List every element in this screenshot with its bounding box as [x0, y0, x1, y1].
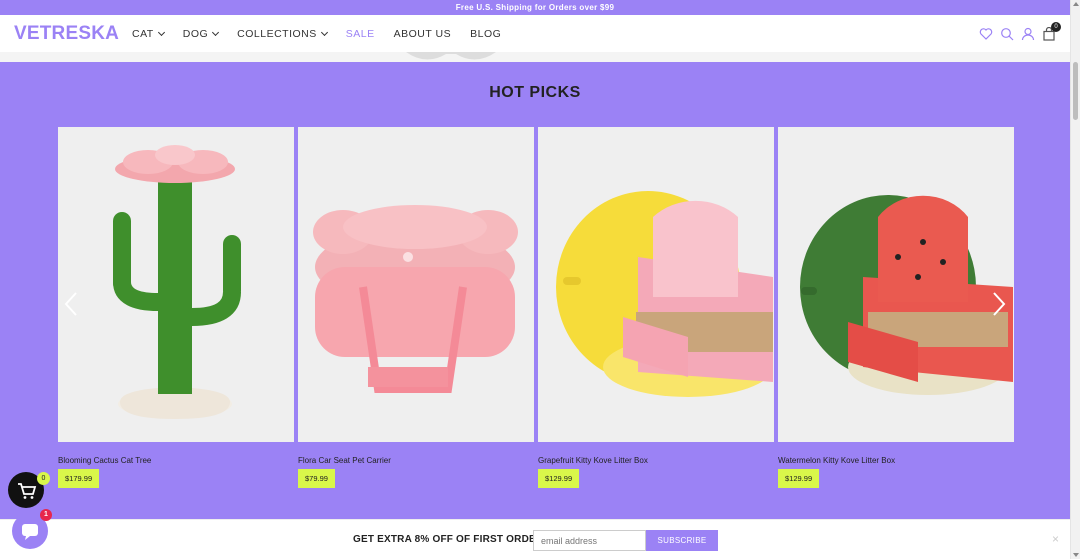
- hero-bottom-strip: [0, 52, 1070, 62]
- carousel-prev-button[interactable]: [64, 291, 78, 317]
- product-card[interactable]: Grapefruit Kitty Kove Litter Box $129.99: [538, 127, 774, 488]
- chevron-down-icon: [212, 28, 220, 36]
- announcement-bar: Free U.S. Shipping for Orders over $99: [0, 0, 1070, 15]
- scrollbar[interactable]: [1070, 0, 1080, 559]
- nav-blog[interactable]: BLOG: [470, 28, 501, 40]
- product-card[interactable]: Watermelon Kitty Kove Litter Box $129.99: [778, 127, 1014, 488]
- scroll-thumb[interactable]: [1073, 62, 1078, 120]
- subscribe-bar: GET EXTRA 8% OFF OF FIRST ORDER SUBSCRIB…: [0, 519, 1070, 559]
- subscribe-button[interactable]: SUBSCRIBE: [646, 530, 718, 551]
- nav-dog[interactable]: DOG: [182, 27, 220, 40]
- chat-button[interactable]: 1: [12, 509, 52, 549]
- search-icon[interactable]: [1000, 27, 1014, 41]
- scroll-up-icon[interactable]: [1073, 2, 1079, 6]
- scroll-down-icon[interactable]: [1073, 553, 1079, 557]
- product-image-grapefruit[interactable]: [538, 127, 774, 442]
- main-nav: CAT DOG COLLECTIONS SALE ABOUT US BLOG: [132, 15, 520, 52]
- chevron-left-icon: [64, 292, 77, 316]
- product-price: $179.99: [58, 469, 100, 488]
- site-header: VETRESKA CAT DOG COLLECTIONS SALE ABOUT …: [0, 15, 1070, 52]
- nav-cat-label: CAT: [132, 27, 154, 40]
- header-icons: 0: [979, 15, 1061, 52]
- user-icon[interactable]: [1021, 27, 1035, 41]
- hot-picks-section: HOT PICKS Blooming Cactus Cat Tree $179.…: [0, 62, 1070, 519]
- cart-count-badge: 0: [1051, 21, 1061, 32]
- email-field[interactable]: [533, 530, 646, 551]
- nav-blog-label: BLOG: [470, 27, 502, 40]
- nav-cat[interactable]: CAT: [132, 27, 165, 40]
- chat-unread-badge: 1: [40, 509, 52, 521]
- product-price: $129.99: [778, 469, 820, 488]
- hero-image-edge: [406, 52, 496, 60]
- product-card[interactable]: Blooming Cactus Cat Tree $179.99: [58, 127, 294, 488]
- carousel-next-button[interactable]: [992, 291, 1006, 317]
- chevron-down-icon: [157, 28, 165, 36]
- product-price: $79.99: [298, 469, 335, 488]
- heart-icon[interactable]: [979, 27, 993, 41]
- product-image-carrier[interactable]: [298, 127, 534, 442]
- bag-icon[interactable]: 0: [1042, 21, 1061, 41]
- product-name[interactable]: Watermelon Kitty Kove Litter Box: [778, 456, 1014, 465]
- close-icon[interactable]: ×: [1052, 532, 1059, 546]
- nav-about-label: ABOUT US: [393, 27, 452, 40]
- logo[interactable]: VETRESKA: [14, 23, 119, 45]
- floating-cart-count: 0: [37, 472, 50, 485]
- product-image-watermelon[interactable]: [778, 127, 1014, 442]
- nav-dog-label: DOG: [182, 27, 209, 40]
- nav-sale[interactable]: SALE: [346, 28, 375, 40]
- nav-about-us[interactable]: ABOUT US: [394, 28, 451, 40]
- chevron-right-icon: [993, 292, 1006, 316]
- section-title: HOT PICKS: [489, 84, 581, 101]
- product-image-cactus[interactable]: [58, 127, 294, 442]
- announcement-text: Free U.S. Shipping for Orders over $99: [455, 3, 615, 12]
- product-name[interactable]: Grapefruit Kitty Kove Litter Box: [538, 456, 774, 465]
- subscribe-text: GET EXTRA 8% OFF OF FIRST ORDER: [353, 534, 544, 545]
- product-card[interactable]: Flora Car Seat Pet Carrier $79.99: [298, 127, 534, 488]
- nav-collections-label: COLLECTIONS: [237, 27, 317, 40]
- floating-cart-button[interactable]: 0: [8, 472, 50, 508]
- chevron-down-icon: [320, 28, 328, 36]
- product-name[interactable]: Blooming Cactus Cat Tree: [58, 456, 294, 465]
- product-name[interactable]: Flora Car Seat Pet Carrier: [298, 456, 534, 465]
- nav-collections[interactable]: COLLECTIONS: [237, 27, 328, 40]
- nav-sale-label: SALE: [345, 27, 375, 40]
- product-price: $129.99: [538, 469, 580, 488]
